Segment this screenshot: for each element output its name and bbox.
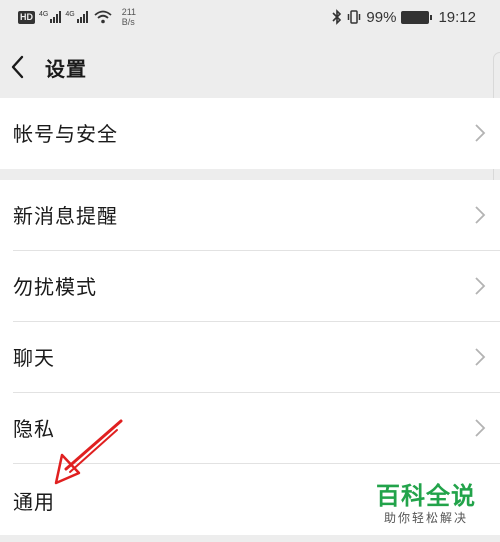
- settings-item-label: 聊天: [13, 346, 55, 370]
- status-bar: HD 4G 4G 211 B/s 99% 19:12: [0, 0, 500, 36]
- chevron-right-icon: [475, 124, 486, 142]
- signal-icon: 4G: [65, 11, 88, 23]
- chevron-right-icon: [475, 206, 486, 224]
- battery-icon: [401, 10, 433, 24]
- page-title: 设置: [45, 57, 87, 81]
- speed-unit: B/s: [121, 17, 135, 27]
- settings-item-label: 帐号与安全: [13, 122, 118, 146]
- watermark-subtitle: 助你轻松解决: [383, 511, 468, 525]
- network-speed: 211 B/s: [122, 7, 136, 27]
- clock: 19:12: [438, 8, 476, 26]
- back-chevron-icon[interactable]: [8, 54, 30, 80]
- settings-item-privacy[interactable]: 隐私: [0, 393, 500, 464]
- wifi-icon: [94, 10, 112, 24]
- bluetooth-icon: [332, 9, 342, 25]
- chevron-right-icon: [475, 419, 486, 437]
- network-type: 4G: [65, 11, 75, 18]
- settings-item-label: 隐私: [13, 417, 55, 441]
- watermark-logo: 百科全说 助你轻松解决: [376, 482, 476, 526]
- settings-item-do-not-disturb[interactable]: 勿扰模式: [0, 251, 500, 322]
- settings-item-label: 勿扰模式: [13, 275, 97, 299]
- hd-badge: HD: [18, 10, 35, 24]
- chevron-right-icon: [475, 277, 486, 295]
- settings-item-account-security[interactable]: 帐号与安全: [0, 98, 500, 169]
- settings-item-label: 通用: [13, 490, 55, 514]
- settings-item-chat[interactable]: 聊天: [0, 322, 500, 393]
- vibrate-icon: [348, 10, 361, 24]
- speed-value: 211: [121, 7, 137, 17]
- settings-section-account: 帐号与安全: [0, 98, 500, 169]
- network-type: 4G: [39, 11, 49, 18]
- signal-icon: 4G: [39, 11, 62, 23]
- settings-item-new-message-notify[interactable]: 新消息提醒: [0, 180, 500, 251]
- nav-header: 设置: [0, 36, 500, 98]
- settings-item-label: 新消息提醒: [13, 204, 118, 228]
- chevron-right-icon: [475, 348, 486, 366]
- watermark-title: 百科全说: [376, 482, 476, 510]
- battery-percent: 99%: [366, 8, 397, 26]
